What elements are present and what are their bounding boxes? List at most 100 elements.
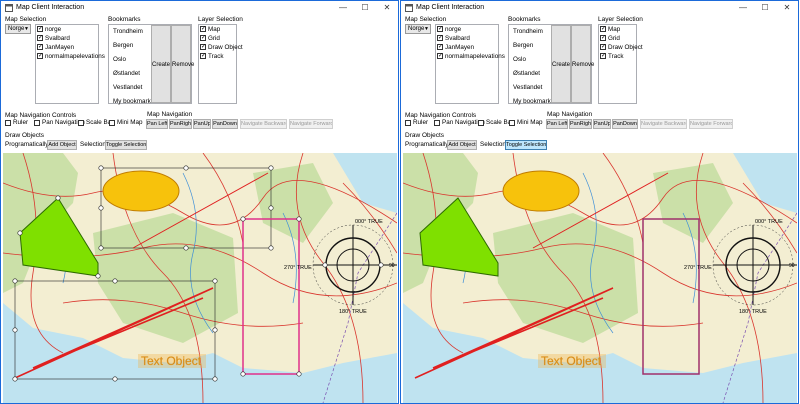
layer-item[interactable]: ✓ Map	[199, 25, 236, 34]
maximize-button[interactable]: ☐	[754, 1, 776, 15]
draw-objects-label: Draw Objects	[5, 132, 45, 139]
pan-navigation-checkbox[interactable]	[34, 120, 40, 126]
checkbox-checked-icon[interactable]: ✓	[437, 26, 443, 32]
map-layer-item[interactable]: ✓ Svalbard	[36, 34, 98, 43]
mini-map-label: Mini Map	[117, 119, 143, 126]
selection-label: Selection:	[480, 141, 508, 148]
title-bar[interactable]: Map Client Interaction — ☐ ✕	[1, 1, 398, 15]
checkbox-checked-icon[interactable]: ✓	[200, 26, 206, 32]
scale-bar-checkbox[interactable]	[78, 120, 84, 126]
remove-bookmark-button[interactable]: Remove	[171, 25, 194, 103]
drawn-ellipse[interactable]	[502, 170, 580, 212]
remove-bookmark-button[interactable]: Remove	[571, 25, 594, 103]
pan-up-button[interactable]: PanUp	[593, 119, 611, 129]
bookmarks-label: Bookmarks	[508, 16, 541, 23]
checkbox-checked-icon[interactable]: ✓	[200, 35, 206, 41]
map-layer-item[interactable]: ✓ normalmapelevations	[36, 52, 105, 61]
add-object-button[interactable]: Add Object	[47, 140, 77, 150]
compass-south-label: 180° TRUE	[339, 309, 367, 315]
navigate-backward-button[interactable]: Navigate Backward	[640, 119, 687, 129]
pan-up-button[interactable]: PanUp	[193, 119, 211, 129]
checkbox-checked-icon[interactable]: ✓	[437, 53, 443, 59]
layer-item[interactable]: ✓ Grid	[599, 34, 636, 43]
toggle-selection-button[interactable]: Toggle Selection	[105, 140, 147, 150]
close-button[interactable]: ✕	[776, 1, 798, 15]
map-selection-label: Map Selection	[5, 16, 47, 23]
map-view[interactable]: Text Object 000° TRUE 270° TRUE 180° TRU…	[403, 153, 797, 403]
navigate-forward-button[interactable]: Navigate Forward	[689, 119, 733, 129]
compass-east-label: 90	[389, 263, 395, 269]
bookmarks-label: Bookmarks	[108, 16, 141, 23]
mini-map-checkbox[interactable]	[509, 120, 515, 126]
map-view[interactable]: Text Object 000° TRUE 270° TRUE 180° TRU…	[3, 153, 397, 403]
pan-navigation-checkbox[interactable]	[434, 120, 440, 126]
checkbox-checked-icon[interactable]: ✓	[600, 26, 606, 32]
window-title: Map Client Interaction	[16, 4, 85, 11]
chevron-down-icon: ▼	[424, 26, 429, 32]
add-object-button[interactable]: Add Object	[447, 140, 477, 150]
map-layer-item[interactable]: ✓ norge	[36, 25, 98, 34]
layer-item[interactable]: ✓ Track	[599, 52, 636, 61]
pan-down-button[interactable]: PanDown	[612, 119, 638, 129]
checkbox-checked-icon[interactable]: ✓	[37, 26, 43, 32]
title-bar[interactable]: Map Client Interaction — ☐ ✕	[401, 1, 798, 15]
close-button[interactable]: ✕	[376, 1, 398, 15]
navigate-backward-button[interactable]: Navigate Backward	[240, 119, 287, 129]
layer-selection-label: Layer Selection	[598, 16, 643, 23]
checkbox-checked-icon[interactable]: ✓	[437, 35, 443, 41]
checkbox-checked-icon[interactable]: ✓	[600, 53, 606, 59]
scale-bar-checkbox[interactable]	[478, 120, 484, 126]
map-canvas[interactable]: Text Object 000° TRUE 270° TRUE 180° TRU…	[3, 153, 397, 403]
navigate-forward-button[interactable]: Navigate Forward	[289, 119, 333, 129]
map-layer-list: ✓ norge ✓ Svalbard ✓ JanMayen ✓ normalmapele…	[35, 24, 105, 104]
checkbox-checked-icon[interactable]: ✓	[200, 44, 206, 50]
map-layer-item[interactable]: ✓ JanMayen	[36, 43, 98, 52]
window-title: Map Client Interaction	[416, 4, 485, 11]
map-window-left: Map Client Interaction — ☐ ✕ Map Selecti…	[0, 0, 399, 404]
map-layer-item[interactable]: ✓ normalmapelevations	[436, 52, 505, 61]
layer-item[interactable]: ✓ Draw Object	[199, 43, 243, 52]
compass-south-label: 180° TRUE	[739, 309, 767, 315]
pan-left-button[interactable]: Pan Left	[546, 119, 568, 129]
map-layer-item[interactable]: ✓ norge	[436, 25, 498, 34]
checkbox-checked-icon[interactable]: ✓	[37, 35, 43, 41]
checkbox-checked-icon[interactable]: ✓	[37, 53, 43, 59]
app-window-icon	[405, 4, 413, 12]
toggle-selection-button[interactable]: Toggle Selection	[505, 140, 547, 150]
minimize-button[interactable]: —	[732, 1, 754, 15]
map-select-dropdown[interactable]: Norge ▼	[405, 24, 431, 34]
maximize-button[interactable]: ☐	[354, 1, 376, 15]
drawn-ellipse[interactable]	[102, 170, 180, 212]
mini-map-checkbox[interactable]	[109, 120, 115, 126]
checkbox-checked-icon[interactable]: ✓	[600, 35, 606, 41]
checkbox-checked-icon[interactable]: ✓	[437, 44, 443, 50]
checkbox-checked-icon[interactable]: ✓	[600, 44, 606, 50]
pan-right-button[interactable]: PanRight	[569, 119, 592, 129]
layer-item[interactable]: ✓ Map	[599, 25, 636, 34]
layer-item[interactable]: ✓ Track	[199, 52, 236, 61]
map-select-value: Norge	[408, 26, 425, 32]
pan-right-button[interactable]: PanRight	[169, 119, 192, 129]
ruler-checkbox[interactable]	[405, 120, 411, 126]
layer-item[interactable]: ✓ Draw Object	[599, 43, 643, 52]
programatically-label: Programatically:	[5, 141, 51, 148]
map-navigation-label: Map Navigation	[147, 111, 193, 118]
map-layer-item[interactable]: ✓ JanMayen	[436, 43, 498, 52]
layer-selection-label: Layer Selection	[198, 16, 243, 23]
layer-item[interactable]: ✓ Grid	[199, 34, 236, 43]
map-selection-label: Map Selection	[405, 16, 447, 23]
mini-map-label: Mini Map	[517, 119, 543, 126]
checkbox-checked-icon[interactable]: ✓	[37, 44, 43, 50]
map-layer-item[interactable]: ✓ Svalbard	[436, 34, 498, 43]
create-bookmark-button[interactable]: Create	[551, 25, 571, 103]
pan-left-button[interactable]: Pan Left	[146, 119, 168, 129]
minimize-button[interactable]: —	[332, 1, 354, 15]
map-select-dropdown[interactable]: Norge ▼	[5, 24, 31, 34]
ruler-checkbox[interactable]	[5, 120, 11, 126]
map-canvas[interactable]: Text Object 000° TRUE 270° TRUE 180° TRU…	[403, 153, 797, 403]
selection-label: Selection:	[80, 141, 108, 148]
create-bookmark-button[interactable]: Create	[151, 25, 171, 103]
checkbox-checked-icon[interactable]: ✓	[200, 53, 206, 59]
pan-down-button[interactable]: PanDown	[212, 119, 238, 129]
map-navigation-buttons: Pan Left PanRight PanUp PanDown Navigate…	[546, 119, 738, 129]
